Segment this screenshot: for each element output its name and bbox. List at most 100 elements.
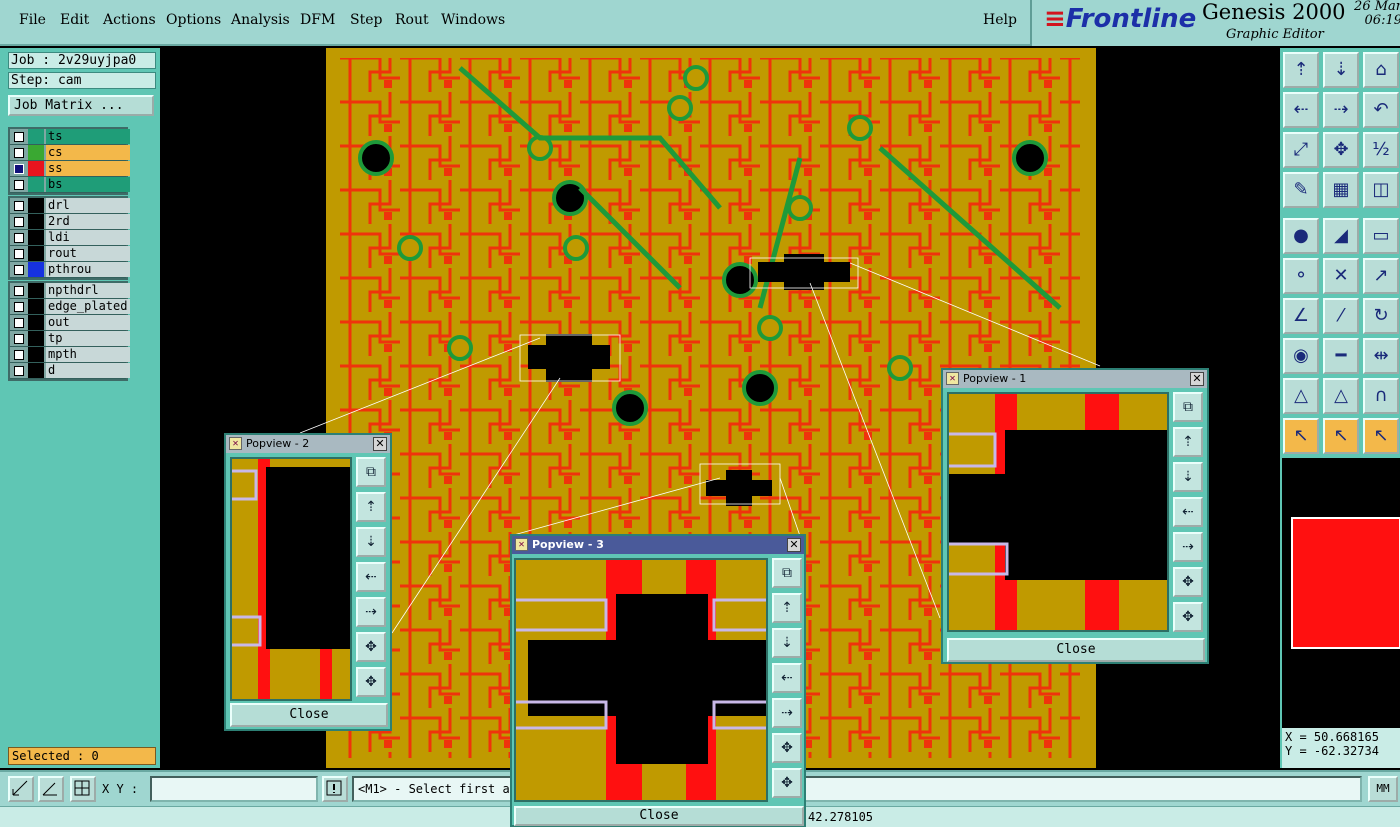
- layer-name[interactable]: tp: [46, 331, 130, 346]
- layer-name[interactable]: npthdrl: [46, 283, 130, 298]
- layer-row-ss[interactable]: ss: [10, 161, 130, 177]
- ruler-tool-button[interactable]: ▭: [1363, 218, 1399, 254]
- menu-help[interactable]: Help: [983, 12, 1017, 28]
- units-button[interactable]: MM: [1368, 776, 1398, 802]
- menu-rout[interactable]: Rout: [395, 12, 429, 28]
- popup-left-button[interactable]: ⇠: [1173, 497, 1203, 527]
- popup-pan-button[interactable]: ✥: [772, 768, 802, 798]
- layer-row-2rd[interactable]: 2rd: [10, 214, 130, 230]
- home-view-button[interactable]: ⌂: [1363, 52, 1399, 88]
- layer-checkbox[interactable]: [14, 201, 24, 211]
- snap-button[interactable]: [8, 776, 34, 802]
- snap-tool-button[interactable]: ✎: [1283, 172, 1319, 208]
- layer-name[interactable]: 2rd: [46, 214, 130, 229]
- info-button[interactable]: [322, 776, 348, 802]
- layer-name[interactable]: rout: [46, 246, 130, 261]
- layer-row-drl[interactable]: drl: [10, 198, 130, 214]
- popview-2-close-button[interactable]: Close: [230, 703, 388, 727]
- popup-up-button[interactable]: ⇡: [772, 593, 802, 623]
- menu-analysis[interactable]: Analysis: [231, 12, 290, 28]
- undo-view-button[interactable]: ↶: [1363, 92, 1399, 128]
- layer-name[interactable]: pthrou: [46, 262, 130, 277]
- popview-3-close-button[interactable]: Close: [514, 806, 804, 826]
- window-close-icon[interactable]: ✕: [1190, 372, 1204, 386]
- layer-name[interactable]: cs: [46, 145, 130, 160]
- layer-name[interactable]: drl: [46, 198, 130, 213]
- popup-float-button[interactable]: ⧉: [356, 457, 386, 487]
- window-close-icon[interactable]: ✕: [373, 437, 387, 451]
- arch-tool-button[interactable]: ∩: [1363, 378, 1399, 414]
- popup-float-button[interactable]: ⧉: [1173, 392, 1203, 422]
- layer-name[interactable]: out: [46, 315, 130, 330]
- select-pad-button[interactable]: ●: [1283, 218, 1319, 254]
- layer-checkbox[interactable]: [14, 265, 24, 275]
- layer-checkbox[interactable]: [14, 217, 24, 227]
- layer-name[interactable]: ss: [46, 161, 130, 176]
- layer-checkbox[interactable]: [14, 286, 24, 296]
- menu-actions[interactable]: Actions: [103, 12, 156, 28]
- job-matrix-button[interactable]: Job Matrix ...: [8, 95, 154, 116]
- line-measure-button[interactable]: ⁄: [1323, 298, 1359, 334]
- pointer-tool-button[interactable]: ↖: [1283, 418, 1319, 454]
- pan-left-button[interactable]: ⇠: [1283, 92, 1319, 128]
- zoom-in-area-button[interactable]: ⇣: [1323, 52, 1359, 88]
- popview-3-zoom[interactable]: [514, 558, 768, 802]
- popup-left-button[interactable]: ⇠: [772, 663, 802, 693]
- window-menu-icon[interactable]: ✕: [229, 437, 242, 450]
- popup-float-button[interactable]: ⧉: [772, 558, 802, 588]
- popview-1-close-button[interactable]: Close: [947, 638, 1205, 662]
- layer-name[interactable]: ts: [46, 129, 130, 144]
- popup-down-button[interactable]: ⇣: [772, 628, 802, 658]
- menu-dfm[interactable]: DFM: [300, 12, 335, 28]
- popup-right-button[interactable]: ⇢: [1173, 532, 1203, 562]
- zoom-1-2-button[interactable]: ½: [1363, 132, 1399, 168]
- window-close-icon[interactable]: ✕: [787, 538, 801, 552]
- layer-checkbox[interactable]: [14, 164, 24, 174]
- dimension-tool-button[interactable]: ⇹: [1363, 338, 1399, 374]
- window-menu-icon[interactable]: ✕: [515, 538, 528, 551]
- draw-line-button[interactable]: ◢: [1323, 218, 1359, 254]
- triangle-tool-button[interactable]: △: [1323, 378, 1359, 414]
- layer-checkbox[interactable]: [14, 318, 24, 328]
- layer-tool-button[interactable]: ◫: [1363, 172, 1399, 208]
- menu-file[interactable]: File: [19, 12, 46, 28]
- connect-tool-button[interactable]: ⚬: [1283, 258, 1319, 294]
- rotate-tool-button[interactable]: ↻: [1363, 298, 1399, 334]
- menu-options[interactable]: Options: [166, 12, 221, 28]
- popup-pan-button[interactable]: ✥: [356, 667, 386, 697]
- menu-windows[interactable]: Windows: [441, 12, 505, 28]
- popup-left-button[interactable]: ⇠: [356, 562, 386, 592]
- popview-1-zoom[interactable]: [947, 392, 1169, 632]
- split-tool-button[interactable]: ━: [1323, 338, 1359, 374]
- layer-row-d[interactable]: d: [10, 363, 130, 379]
- popup-right-button[interactable]: ⇢: [356, 597, 386, 627]
- popup-right-button[interactable]: ⇢: [772, 698, 802, 728]
- layer-name[interactable]: bs: [46, 177, 130, 192]
- xy-input[interactable]: [150, 776, 318, 802]
- node-tool-button[interactable]: ◉: [1283, 338, 1319, 374]
- layer-name[interactable]: edge_plated: [46, 299, 130, 314]
- popup-zoom-fit-button[interactable]: ✥: [356, 632, 386, 662]
- layer-checkbox[interactable]: [14, 148, 24, 158]
- layer-name[interactable]: ldi: [46, 230, 130, 245]
- route-tool-button[interactable]: ↗: [1363, 258, 1399, 294]
- grid-snap-button[interactable]: [70, 776, 96, 802]
- grid-tool-button[interactable]: ▦: [1323, 172, 1359, 208]
- layer-row-bs[interactable]: bs: [10, 177, 130, 193]
- overview-map[interactable]: [1282, 458, 1400, 768]
- pointer-edit-button[interactable]: ↖: [1363, 418, 1399, 454]
- layer-row-edge_plated[interactable]: edge_plated: [10, 299, 130, 315]
- pan-right-button[interactable]: ⇢: [1323, 92, 1359, 128]
- layer-row-mpth[interactable]: mpth: [10, 347, 130, 363]
- menu-step[interactable]: Step: [350, 12, 382, 28]
- cross-tool-button[interactable]: ✕: [1323, 258, 1359, 294]
- layer-checkbox[interactable]: [14, 334, 24, 344]
- layer-name[interactable]: d: [46, 363, 130, 378]
- popup-down-button[interactable]: ⇣: [356, 527, 386, 557]
- layer-row-ts[interactable]: ts: [10, 129, 130, 145]
- popup-zoom-fit-button[interactable]: ✥: [1173, 567, 1203, 597]
- layer-row-ldi[interactable]: ldi: [10, 230, 130, 246]
- popview-2-zoom[interactable]: [230, 457, 352, 701]
- zoom-home-button[interactable]: ⇡: [1283, 52, 1319, 88]
- layer-checkbox[interactable]: [14, 180, 24, 190]
